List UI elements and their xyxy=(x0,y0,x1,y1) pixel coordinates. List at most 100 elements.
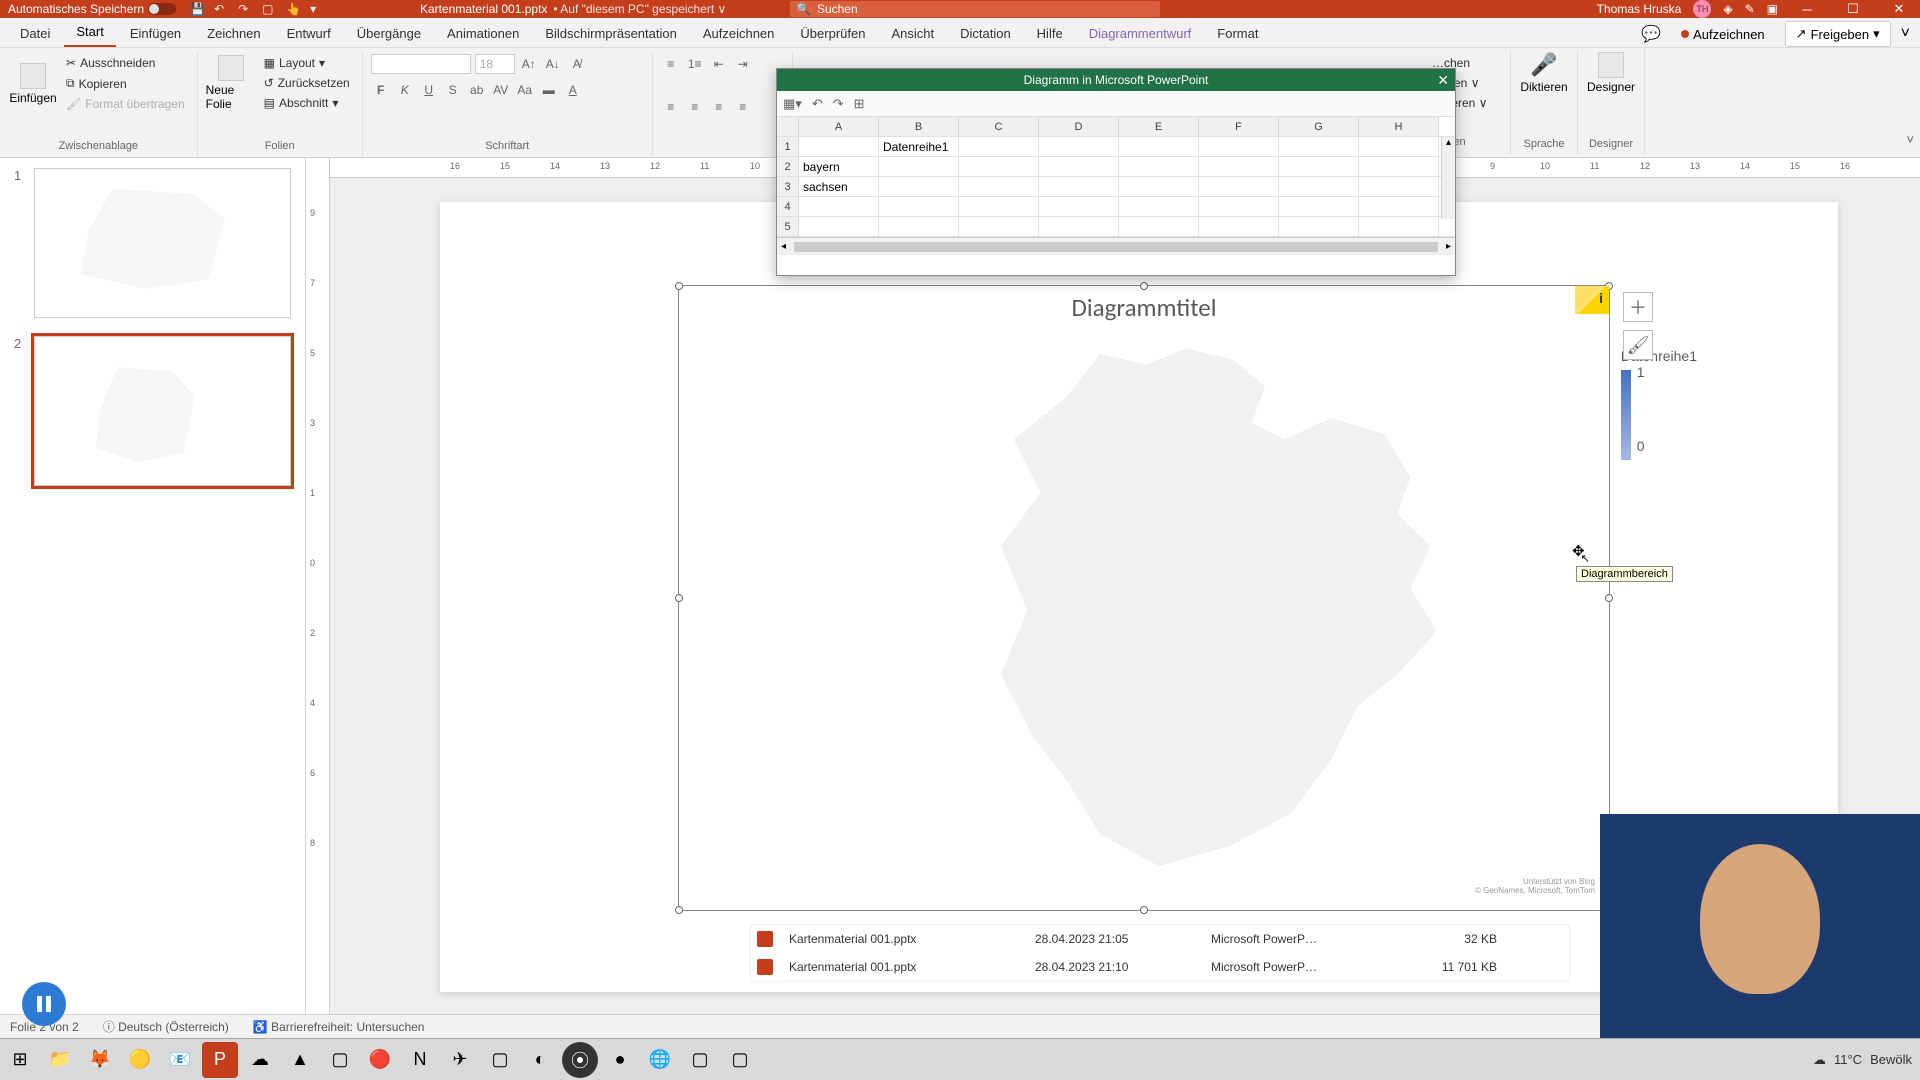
grid-cell[interactable] xyxy=(959,137,1039,156)
chart-warning-badge[interactable]: i xyxy=(1575,286,1609,314)
ribbon-expand-icon[interactable]: ˅ xyxy=(1906,132,1914,147)
app-icon[interactable]: 🔴 xyxy=(362,1042,398,1078)
grid-cell[interactable] xyxy=(1199,177,1279,196)
minimize-button[interactable]: ─ xyxy=(1790,2,1824,17)
app-icon[interactable]: ● xyxy=(602,1042,638,1078)
highlight-button[interactable]: ▬ xyxy=(539,80,559,100)
grid-cell[interactable] xyxy=(1279,137,1359,156)
comments-icon[interactable]: 💬 xyxy=(1641,24,1661,44)
grid-cell[interactable] xyxy=(1119,157,1199,176)
grid-cell[interactable] xyxy=(799,197,879,216)
resize-handle[interactable] xyxy=(1140,282,1148,290)
tab-diagrammentwurf[interactable]: Diagrammentwurf xyxy=(1077,20,1204,47)
increase-font-icon[interactable]: A↑ xyxy=(519,54,539,74)
grid-cell[interactable] xyxy=(1039,137,1119,156)
grid-cell[interactable] xyxy=(879,197,959,216)
col-header-e[interactable]: E xyxy=(1119,117,1199,136)
start-button[interactable]: ⊞ xyxy=(2,1042,38,1078)
data-editor-undo-icon[interactable]: ↶ xyxy=(812,96,823,112)
app-icon[interactable]: ▢ xyxy=(722,1042,758,1078)
grid-cell[interactable] xyxy=(1199,157,1279,176)
chrome-icon[interactable]: 🟡 xyxy=(122,1042,158,1078)
italic-button[interactable]: K xyxy=(395,80,415,100)
font-size-input[interactable] xyxy=(475,54,515,74)
slide-thumbnail-1[interactable] xyxy=(34,168,291,318)
weather-cond[interactable]: Bewölk xyxy=(1870,1052,1912,1067)
share-button[interactable]: ↗Freigeben▾ xyxy=(1785,21,1891,47)
grid-cell[interactable] xyxy=(1119,217,1199,236)
weather-icon[interactable]: ☁ xyxy=(1813,1052,1826,1068)
edge-icon[interactable]: 🌐 xyxy=(642,1042,678,1078)
grid-cell[interactable] xyxy=(959,217,1039,236)
tab-zeichnen[interactable]: Zeichnen xyxy=(195,20,272,47)
col-header-h[interactable]: H xyxy=(1359,117,1439,136)
collapse-ribbon-icon[interactable]: ˅ xyxy=(1901,25,1910,43)
recording-pause-button[interactable] xyxy=(22,982,66,1026)
saved-location[interactable]: • Auf "diesem PC" gespeichert ∨ xyxy=(553,2,726,16)
redo-icon[interactable]: ↷ xyxy=(238,2,252,16)
row-header[interactable]: 2 xyxy=(777,157,799,176)
grid-cell[interactable] xyxy=(1279,177,1359,196)
row-header[interactable]: 3 xyxy=(777,177,799,196)
grid-cell[interactable] xyxy=(1039,197,1119,216)
chart-elements-button[interactable]: ＋ xyxy=(1623,292,1653,322)
col-header-g[interactable]: G xyxy=(1279,117,1359,136)
grid-cell[interactable] xyxy=(959,157,1039,176)
chart-object[interactable]: i Diagrammtitel Unterstützt von Bing © G… xyxy=(678,285,1610,911)
grid-cell[interactable] xyxy=(1119,197,1199,216)
numbering-icon[interactable]: 1≡ xyxy=(685,54,705,74)
accessibility-check[interactable]: ♿ Barrierefreiheit: Untersuchen xyxy=(253,1020,425,1034)
search-box[interactable]: 🔍 Suchen xyxy=(790,1,1160,17)
chart-legend[interactable]: Datenreihe1 1 0 xyxy=(1621,348,1697,460)
grid-cell[interactable] xyxy=(879,217,959,236)
cut-button[interactable]: ✂Ausschneiden xyxy=(62,54,189,72)
grid-cell[interactable] xyxy=(1199,137,1279,156)
powerpoint-icon[interactable]: P xyxy=(202,1042,238,1078)
grid-cell[interactable] xyxy=(879,157,959,176)
indent-inc-icon[interactable]: ⇥ xyxy=(733,54,753,74)
grid-cell[interactable]: sachsen xyxy=(799,177,879,196)
grid-cell[interactable]: Datenreihe1 xyxy=(879,137,959,156)
col-header-b[interactable]: B xyxy=(879,117,959,136)
file-explorer-icon[interactable]: 📁 xyxy=(42,1042,78,1078)
format-painter-button[interactable]: 🖌Format übertragen xyxy=(62,95,189,113)
telegram-icon[interactable]: ✈ xyxy=(442,1042,478,1078)
data-editor-grid-icon[interactable]: ⊞ xyxy=(854,96,865,112)
data-editor-titlebar[interactable]: Diagramm in Microsoft PowerPoint ✕ xyxy=(777,69,1455,91)
app-icon[interactable]: ▢ xyxy=(322,1042,358,1078)
grid-horizontal-scrollbar[interactable]: ◂ ▸ xyxy=(777,237,1455,255)
grid-cell[interactable] xyxy=(959,177,1039,196)
grid-cell[interactable] xyxy=(1039,177,1119,196)
obs-icon[interactable]: ⦿ xyxy=(562,1042,598,1078)
clear-format-icon[interactable]: A̸ xyxy=(567,54,587,74)
tab-bildschirmpraesentation[interactable]: Bildschirmpräsentation xyxy=(533,20,689,47)
save-icon[interactable]: 💾 xyxy=(190,2,204,16)
grid-cell[interactable] xyxy=(1119,137,1199,156)
file-row[interactable]: Kartenmaterial 001.pptx 28.04.2023 21:05… xyxy=(751,925,1569,953)
align-right-icon[interactable]: ≡ xyxy=(709,97,729,117)
col-header-f[interactable]: F xyxy=(1199,117,1279,136)
autosave-toggle[interactable] xyxy=(148,3,176,15)
col-header-d[interactable]: D xyxy=(1039,117,1119,136)
shadow-button[interactable]: ab xyxy=(467,80,487,100)
draw-icon[interactable]: ✎ xyxy=(1745,2,1755,16)
grid-cell[interactable] xyxy=(1199,217,1279,236)
tab-aufzeichnen[interactable]: Aufzeichnen xyxy=(691,20,787,47)
grid-vertical-scrollbar[interactable]: ▴ xyxy=(1441,137,1455,219)
tab-entwurf[interactable]: Entwurf xyxy=(275,20,343,47)
app-icon[interactable]: ☁ xyxy=(242,1042,278,1078)
grid-cell[interactable] xyxy=(799,137,879,156)
data-editor-close-icon[interactable]: ✕ xyxy=(1437,72,1449,89)
resize-handle[interactable] xyxy=(675,906,683,914)
tab-ueberpruefen[interactable]: Überprüfen xyxy=(788,20,877,47)
col-header-a[interactable]: A xyxy=(799,117,879,136)
section-button[interactable]: ▤Abschnitt▾ xyxy=(260,94,354,112)
align-center-icon[interactable]: ≡ xyxy=(685,97,705,117)
maximize-button[interactable]: ☐ xyxy=(1836,1,1870,17)
decrease-font-icon[interactable]: A↓ xyxy=(543,54,563,74)
grid-cell[interactable] xyxy=(1199,197,1279,216)
grid-cell[interactable] xyxy=(1279,217,1359,236)
firefox-icon[interactable]: 🦊 xyxy=(82,1042,118,1078)
data-editor-menu-icon[interactable]: ▦▾ xyxy=(783,96,802,112)
indent-dec-icon[interactable]: ⇤ xyxy=(709,54,729,74)
